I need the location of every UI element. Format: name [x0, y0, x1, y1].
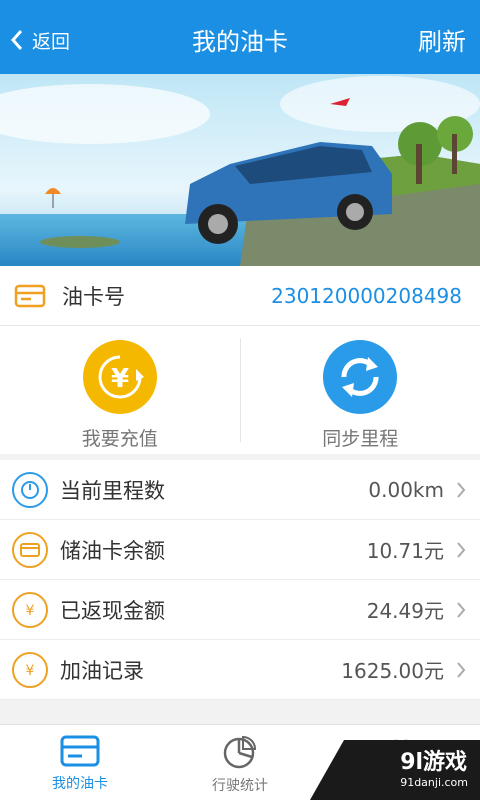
- sync-mileage-button[interactable]: 同步里程: [241, 326, 480, 454]
- recharge-label: 我要充值: [81, 428, 158, 450]
- card-icon: [12, 531, 48, 568]
- top-bar: 返回 我的油卡 刷新: [0, 0, 480, 74]
- list-item-cashback[interactable]: ¥ 已返现金额 24.49元: [0, 580, 480, 640]
- tab-label: 我的油卡: [52, 776, 108, 792]
- recharge-icon: ¥: [82, 340, 157, 414]
- list-item-value: 0.00km: [368, 477, 444, 502]
- watermark-url: 91danji.com: [400, 776, 468, 789]
- recharge-button[interactable]: ¥ 我要充值: [0, 326, 240, 454]
- chevron-right-icon: [457, 482, 466, 498]
- list-item-value: 24.49元: [366, 599, 444, 623]
- tab-driving-stats[interactable]: 行驶统计: [160, 725, 320, 800]
- list-item-card-balance[interactable]: 储油卡余额 10.71元: [0, 520, 480, 580]
- list-item-label: 储油卡余额: [60, 538, 165, 563]
- tab-label: 行驶统计: [212, 778, 268, 794]
- card-number-row: 油卡号 23012000020849​8: [0, 266, 480, 326]
- yen-cashback-icon: ¥: [12, 591, 48, 628]
- promo-banner: [0, 74, 480, 266]
- car-banner-image: [0, 74, 480, 266]
- list-item-mileage[interactable]: 当前里程数 0.00km: [0, 460, 480, 520]
- sync-icon: [323, 340, 398, 414]
- svg-text:¥: ¥: [26, 663, 35, 679]
- chevron-right-icon: [457, 602, 466, 618]
- sync-mileage-label: 同步里程: [322, 428, 399, 450]
- card-number-value: 23012000020849​8: [271, 283, 462, 308]
- yen-record-icon: ¥: [12, 651, 48, 688]
- chevron-right-icon: [457, 542, 466, 558]
- list-item-label: 加油记录: [60, 658, 144, 683]
- pie-chart-icon: [223, 735, 257, 769]
- tab-my-card[interactable]: 我的油卡: [0, 725, 160, 800]
- list-item-refuel-record[interactable]: ¥ 加油记录 1625.00元: [0, 640, 480, 700]
- chevron-right-icon: [457, 662, 466, 678]
- list-item-label: 当前里程数: [60, 478, 165, 503]
- list-item-value: 10.71元: [366, 539, 444, 563]
- list-item-value: 1625.00元: [341, 659, 444, 683]
- refresh-button[interactable]: 刷新: [418, 22, 466, 57]
- list-item-label: 已返现金额: [60, 598, 165, 623]
- site-watermark: 9l游戏 91danji.com: [400, 744, 468, 789]
- action-panel: ¥ 我要充值 同步里程: [0, 326, 480, 454]
- page-title: 我的油卡: [192, 28, 288, 56]
- odometer-icon: [12, 471, 48, 508]
- svg-text:¥: ¥: [26, 603, 35, 619]
- svg-text:¥: ¥: [111, 364, 129, 394]
- card-number-label: 油卡号: [62, 284, 125, 309]
- card-icon: [14, 284, 46, 307]
- watermark-brand: 9l游戏: [400, 750, 468, 775]
- info-list: 当前里程数 0.00km 储油卡余额 10.71元 ¥ 已返现金额 24.49元…: [0, 460, 480, 700]
- card-tab-icon: [60, 735, 100, 767]
